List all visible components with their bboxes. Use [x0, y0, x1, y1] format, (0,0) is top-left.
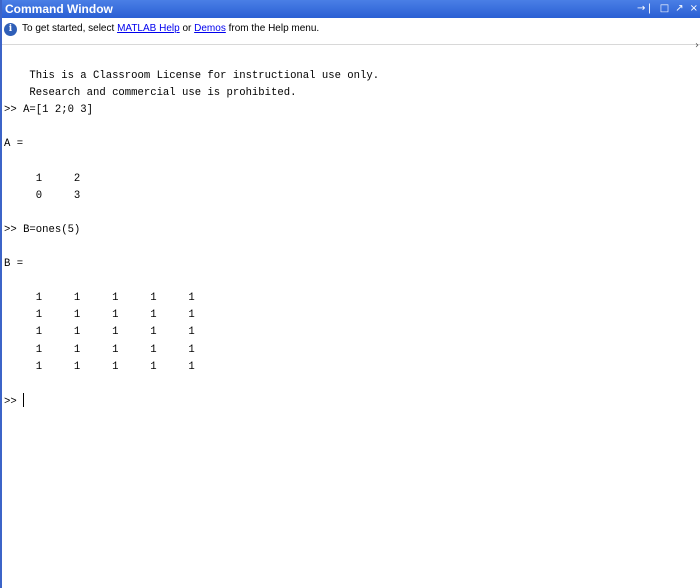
console-line: 1 1 1 1 1	[4, 292, 195, 305]
info-middle: or	[179, 23, 195, 34]
console-line: A =	[4, 138, 24, 151]
matlab-help-link[interactable]: MATLAB Help	[117, 23, 180, 34]
command-window: Command Window →❘ □ ↗ × i To get started…	[0, 0, 700, 588]
console-line: 1 2	[4, 172, 81, 185]
console-line: >> B=ones(5)	[4, 223, 81, 236]
info-text: To get started, select MATLAB Help or De…	[22, 22, 319, 36]
console-line: B =	[4, 258, 24, 271]
console-line: This is a Classroom License for instruct…	[4, 70, 380, 82]
console-line: Research and commercial use is prohibite…	[4, 87, 297, 100]
console-line: 1 1 1 1 1	[4, 360, 195, 373]
undock-icon[interactable]: →❘	[637, 0, 654, 18]
info-prefix: To get started, select	[22, 23, 118, 34]
close-icon[interactable]: ×	[690, 0, 698, 18]
text-cursor	[23, 392, 25, 407]
restore-icon[interactable]: ↗	[675, 0, 683, 18]
demos-link[interactable]: Demos	[194, 23, 226, 34]
window-title: Command Window	[5, 2, 113, 16]
info-icon: i	[4, 23, 17, 36]
title-bar: Command Window →❘ □ ↗ ×	[2, 0, 700, 18]
console-line: 1 1 1 1 1	[4, 309, 195, 322]
command-prompt[interactable]: >>	[4, 392, 694, 410]
console-line: >> A=[1 2;0 3]	[4, 104, 94, 117]
info-bar: i To get started, select MATLAB Help or …	[2, 18, 700, 51]
window-controls: →❘ □ ↗ ×	[637, 0, 700, 18]
console-line: 0 3	[4, 189, 81, 202]
maximize-icon[interactable]: □	[660, 0, 669, 18]
info-suffix: from the Help menu.	[225, 23, 320, 34]
info-close-icon[interactable]: ›	[695, 40, 699, 51]
console-line: 1 1 1 1 1	[4, 343, 195, 356]
console-line: 1 1 1 1 1	[4, 326, 195, 339]
console-output[interactable]: This is a Classroom License for instruct…	[4, 68, 694, 410]
